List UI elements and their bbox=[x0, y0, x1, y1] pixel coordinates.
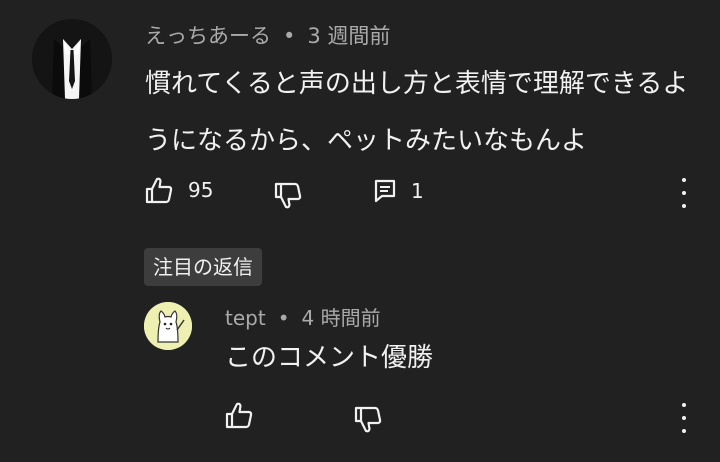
more-dot bbox=[682, 429, 686, 433]
meta-separator: • bbox=[283, 24, 296, 48]
thumb-up-icon bbox=[225, 402, 253, 429]
reply-like-button[interactable] bbox=[224, 401, 254, 429]
reply-count: 1 bbox=[411, 179, 424, 203]
more-dot bbox=[682, 403, 686, 407]
dislike-button[interactable] bbox=[273, 182, 303, 210]
more-dot bbox=[682, 204, 686, 208]
comment-icon bbox=[374, 179, 396, 203]
thumb-down-icon bbox=[274, 182, 302, 209]
comment-author[interactable]: えっちあーる bbox=[145, 24, 271, 48]
more-dot bbox=[682, 191, 686, 195]
more-dot bbox=[682, 178, 686, 182]
comment-text: 慣れてくると声の出し方と表情で理解できるようになるから、ペットみたいなもんよ bbox=[145, 69, 689, 156]
comment-meta: えっちあーる • 3 週間前 bbox=[145, 20, 390, 50]
meta-separator: • bbox=[277, 306, 290, 330]
thumb-down-icon bbox=[354, 406, 382, 433]
more-dot bbox=[682, 416, 686, 420]
reply-text: このコメント優勝 bbox=[225, 343, 434, 373]
like-count: 95 bbox=[188, 178, 214, 202]
reply-button[interactable]: 1 bbox=[373, 178, 424, 204]
reply-time[interactable]: 4 時間前 bbox=[301, 306, 380, 330]
reply-author-avatar[interactable] bbox=[144, 302, 192, 350]
comment-time[interactable]: 3 週間前 bbox=[307, 24, 390, 48]
reply-dislike-button[interactable] bbox=[353, 406, 383, 434]
featured-replies-chip[interactable]: 注目の返信 bbox=[144, 248, 262, 286]
reply-author[interactable]: tept bbox=[225, 306, 266, 330]
more-vert-icon[interactable] bbox=[672, 178, 696, 208]
thumb-up-icon bbox=[145, 177, 173, 204]
reply-meta: tept • 4 時間前 bbox=[225, 302, 381, 331]
reply-more-vert-icon[interactable] bbox=[672, 403, 696, 433]
author-avatar[interactable] bbox=[32, 19, 112, 99]
cat-avatar-icon bbox=[144, 302, 192, 350]
like-button[interactable]: 95 bbox=[144, 176, 213, 204]
tuxedo-avatar-icon bbox=[32, 19, 112, 99]
